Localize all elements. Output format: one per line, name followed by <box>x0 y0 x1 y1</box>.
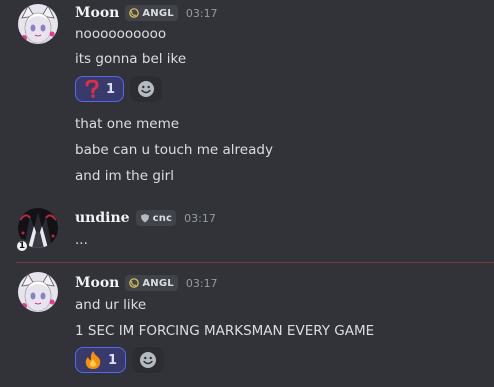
timestamp[interactable]: 03:17 <box>186 277 218 290</box>
reaction-count: 1 <box>108 352 118 368</box>
guild-tag[interactable]: cnc <box>135 210 177 226</box>
new-messages-divider <box>16 262 494 263</box>
timestamp[interactable]: 03:17 <box>186 7 218 20</box>
message-group-undine: 1 undine cnc 03:17 ... <box>0 205 494 260</box>
shield-icon <box>140 214 149 223</box>
message-text: that one meme <box>75 116 180 132</box>
fire-icon <box>85 351 101 369</box>
reaction-bar: 1 <box>75 76 163 102</box>
message-text: and im the girl <box>75 168 174 184</box>
guild-tag[interactable]: ANGL <box>125 275 178 291</box>
smiley-icon <box>140 352 157 368</box>
avatar-status-badge: 1 <box>15 239 29 253</box>
moon-icon <box>129 278 140 288</box>
username[interactable]: undine <box>75 210 130 226</box>
message-text: 1 SEC IM FORCING MARKSMAN EVERY GAME <box>75 323 375 339</box>
add-reaction-button[interactable] <box>130 76 163 102</box>
username[interactable]: Moon <box>75 5 119 21</box>
username[interactable]: Moon <box>75 275 119 291</box>
add-reaction-button[interactable] <box>132 347 165 373</box>
guild-tag-label: ANGL <box>142 277 174 289</box>
message-text: babe can u touch me already <box>75 142 273 158</box>
guild-tag[interactable]: ANGL <box>125 5 178 21</box>
smiley-icon <box>138 81 155 97</box>
message-text: ... <box>75 232 88 248</box>
reaction-bar: 1 <box>75 347 165 373</box>
message-header: Moon ANGL 03:17 <box>75 273 218 293</box>
reaction-count: 1 <box>106 81 116 97</box>
timestamp[interactable]: 03:17 <box>184 212 216 225</box>
avatar[interactable] <box>18 272 58 312</box>
message-group-moon-1: Moon ANGL 03:17 noooooooooo its gonna be… <box>0 0 494 200</box>
message-header: Moon ANGL 03:17 <box>75 3 218 23</box>
message-header: undine cnc 03:17 <box>75 208 216 228</box>
avatar[interactable] <box>18 4 58 44</box>
reaction-question-mark[interactable]: 1 <box>75 76 125 102</box>
message-text: its gonna bel ike <box>75 51 187 67</box>
moon-icon <box>129 8 140 18</box>
message-text: noooooooooo <box>75 26 167 42</box>
guild-tag-label: ANGL <box>142 7 174 19</box>
reaction-fire[interactable]: 1 <box>75 347 127 373</box>
guild-tag-label: cnc <box>152 212 173 224</box>
message-text: and ur like <box>75 297 147 313</box>
message-group-moon-2: Moon ANGL 03:17 and ur like 1 SEC IM FOR… <box>0 270 494 387</box>
question-mark-icon <box>85 80 99 98</box>
